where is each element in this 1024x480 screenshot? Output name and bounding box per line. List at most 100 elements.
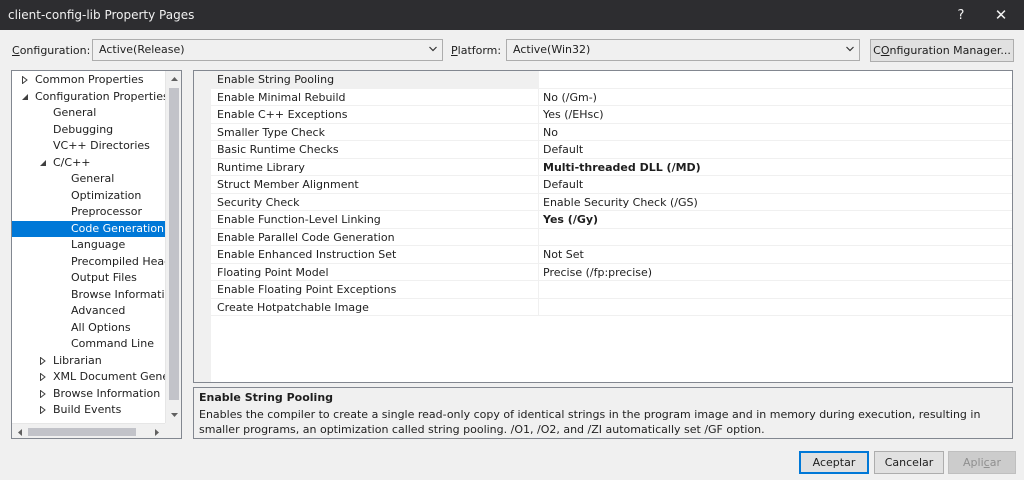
tree-item-label: Common Properties [35,73,144,86]
tree-item[interactable]: Output Files [12,270,165,286]
property-value[interactable]: No [543,124,558,141]
tree-item-label: VC++ Directories [53,139,150,152]
property-name: Enable Enhanced Instruction Set [211,246,539,263]
tree-item-label: Browse Information [53,386,161,400]
scroll-thumb[interactable] [169,88,179,400]
tree-item[interactable]: Precompiled Heade [12,254,165,270]
tree-collapsed-icon[interactable] [39,373,47,381]
tree-item-label: General [53,106,97,119]
tree-item[interactable]: Language [12,237,165,253]
scroll-down-icon[interactable] [166,407,181,423]
property-row[interactable]: Enable Parallel Code Generation [211,228,1012,246]
description-text: Enables the compiler to create a single … [199,408,981,436]
property-value[interactable]: Yes (/EHsc) [543,106,604,123]
cancel-button[interactable]: Cancelar [874,451,944,474]
tree-item[interactable]: General [12,105,165,121]
property-grid[interactable]: Enable String Pooling Enable Minimal Rebu… [193,70,1013,383]
property-tree[interactable]: Common Properties Configuration Propertie… [11,70,182,439]
tree-vertical-scrollbar[interactable] [165,71,181,423]
property-value[interactable]: Enable Security Check (/GS) [543,194,698,211]
tree-horizontal-scrollbar[interactable] [12,423,165,438]
property-name: Enable Function-Level Linking [211,211,539,228]
tree-item-label: General [71,172,115,185]
property-name: Enable String Pooling [211,71,539,88]
tree-item[interactable]: Configuration Properties [12,89,165,105]
title-bar: client-config-lib Property Pages ? ✕ [0,0,1024,30]
property-row[interactable]: Enable C++ Exceptions Yes (/EHsc) [211,106,1012,124]
property-name: Struct Member Alignment [211,176,539,193]
tree-collapsed-icon[interactable] [39,356,47,365]
tree-item-label: XML Document Genera [53,370,165,383]
property-row[interactable]: Floating Point Model Precise (/fp:precise… [211,263,1012,281]
tree-expanded-icon[interactable] [21,93,29,101]
property-row[interactable]: Runtime Library Multi-threaded DLL (/MD) [211,158,1012,176]
platform-value: Active(Win32) [513,43,591,56]
property-name: Enable Minimal Rebuild [211,88,539,106]
configuration-manager-button[interactable]: C Onfiguration Manager... [870,39,1014,62]
help-button[interactable]: ? [942,0,980,30]
property-value[interactable]: Not Set [543,246,584,263]
tree-collapsed-icon[interactable] [39,389,47,398]
property-name: Enable Parallel Code Generation [211,228,539,246]
tree-item[interactable]: Debugging [12,122,165,138]
tree-collapsed-icon[interactable] [21,76,29,84]
property-row[interactable]: Struct Member Alignment Default [211,176,1012,194]
property-row[interactable]: Enable String Pooling [211,71,1012,89]
tree-item-label: Build Events [53,403,122,416]
tree-item[interactable]: Browse Information [12,386,165,402]
scroll-up-icon[interactable] [166,71,181,87]
property-row[interactable]: Smaller Type Check No [211,123,1012,141]
chevron-down-icon [429,46,437,52]
property-name: Floating Point Model [211,263,539,281]
tree-item[interactable]: C/C++ [12,155,165,171]
property-name: Create Hotpatchable Image [211,298,539,316]
platform-combo[interactable]: Active(Win32) [506,39,860,61]
tree-item[interactable]: Build Events [12,402,165,418]
apply-button[interactable]: Apli c ar [948,451,1016,474]
tree-item[interactable]: Common Properties [12,72,165,88]
scroll-right-icon[interactable] [149,424,165,438]
property-value[interactable]: Default [543,141,583,158]
accept-button[interactable]: Aceptar [799,451,869,474]
tree-item[interactable]: VC++ Directories [12,138,165,154]
help-icon: ? [957,7,965,23]
property-value[interactable]: Precise (/fp:precise) [543,264,652,281]
tree-item[interactable]: Librarian [12,353,165,369]
property-row[interactable]: Basic Runtime Checks Default [211,141,1012,159]
property-row[interactable]: Security Check Enable Security Check (/GS… [211,193,1012,211]
property-row[interactable]: Enable Function-Level Linking Yes (/Gy) [211,211,1012,229]
tree-item[interactable]: Browse Information [12,287,165,303]
tree-item[interactable]: All Options [12,320,165,336]
configuration-value: Active(Release) [99,43,185,56]
tree-item[interactable]: Code Generation [12,220,165,237]
scroll-thumb[interactable] [28,428,136,436]
tree-item[interactable]: Command Line [12,336,165,352]
tree-item-label: Command Line [71,337,154,350]
property-value[interactable]: Multi-threaded DLL (/MD) [543,159,701,176]
tree-item[interactable]: XML Document Genera [12,369,165,385]
tree-item[interactable]: Preprocessor [12,204,165,220]
scrollbar-corner [165,423,181,438]
grid-gutter [194,71,211,382]
property-row[interactable]: Enable Minimal Rebuild No (/Gm-) [211,88,1012,106]
property-value[interactable]: Yes (/Gy) [543,211,598,228]
tree-item-label: Language [71,238,126,251]
tree-item-label: Preprocessor [71,205,143,218]
tree-expanded-icon[interactable] [39,159,47,167]
property-row[interactable]: Enable Floating Point Exceptions [211,281,1012,299]
property-row[interactable]: Create Hotpatchable Image [211,298,1012,316]
tree-item-label: C/C++ [53,155,91,169]
close-button[interactable]: ✕ [982,0,1020,30]
property-value[interactable]: No (/Gm-) [543,89,597,106]
property-row[interactable]: Enable Enhanced Instruction Set Not Set [211,246,1012,264]
property-value[interactable]: Default [543,176,583,193]
tree-item[interactable]: Optimization [12,188,165,204]
configuration-combo[interactable]: Active(Release) [92,39,443,61]
property-name: Smaller Type Check [211,123,539,141]
tree-item[interactable]: General [12,171,165,187]
property-name: Enable C++ Exceptions [211,106,539,123]
tree-item-label: Optimization [71,188,142,202]
scroll-left-icon[interactable] [12,424,28,438]
tree-item[interactable]: Advanced [12,303,165,319]
tree-collapsed-icon[interactable] [39,406,47,414]
